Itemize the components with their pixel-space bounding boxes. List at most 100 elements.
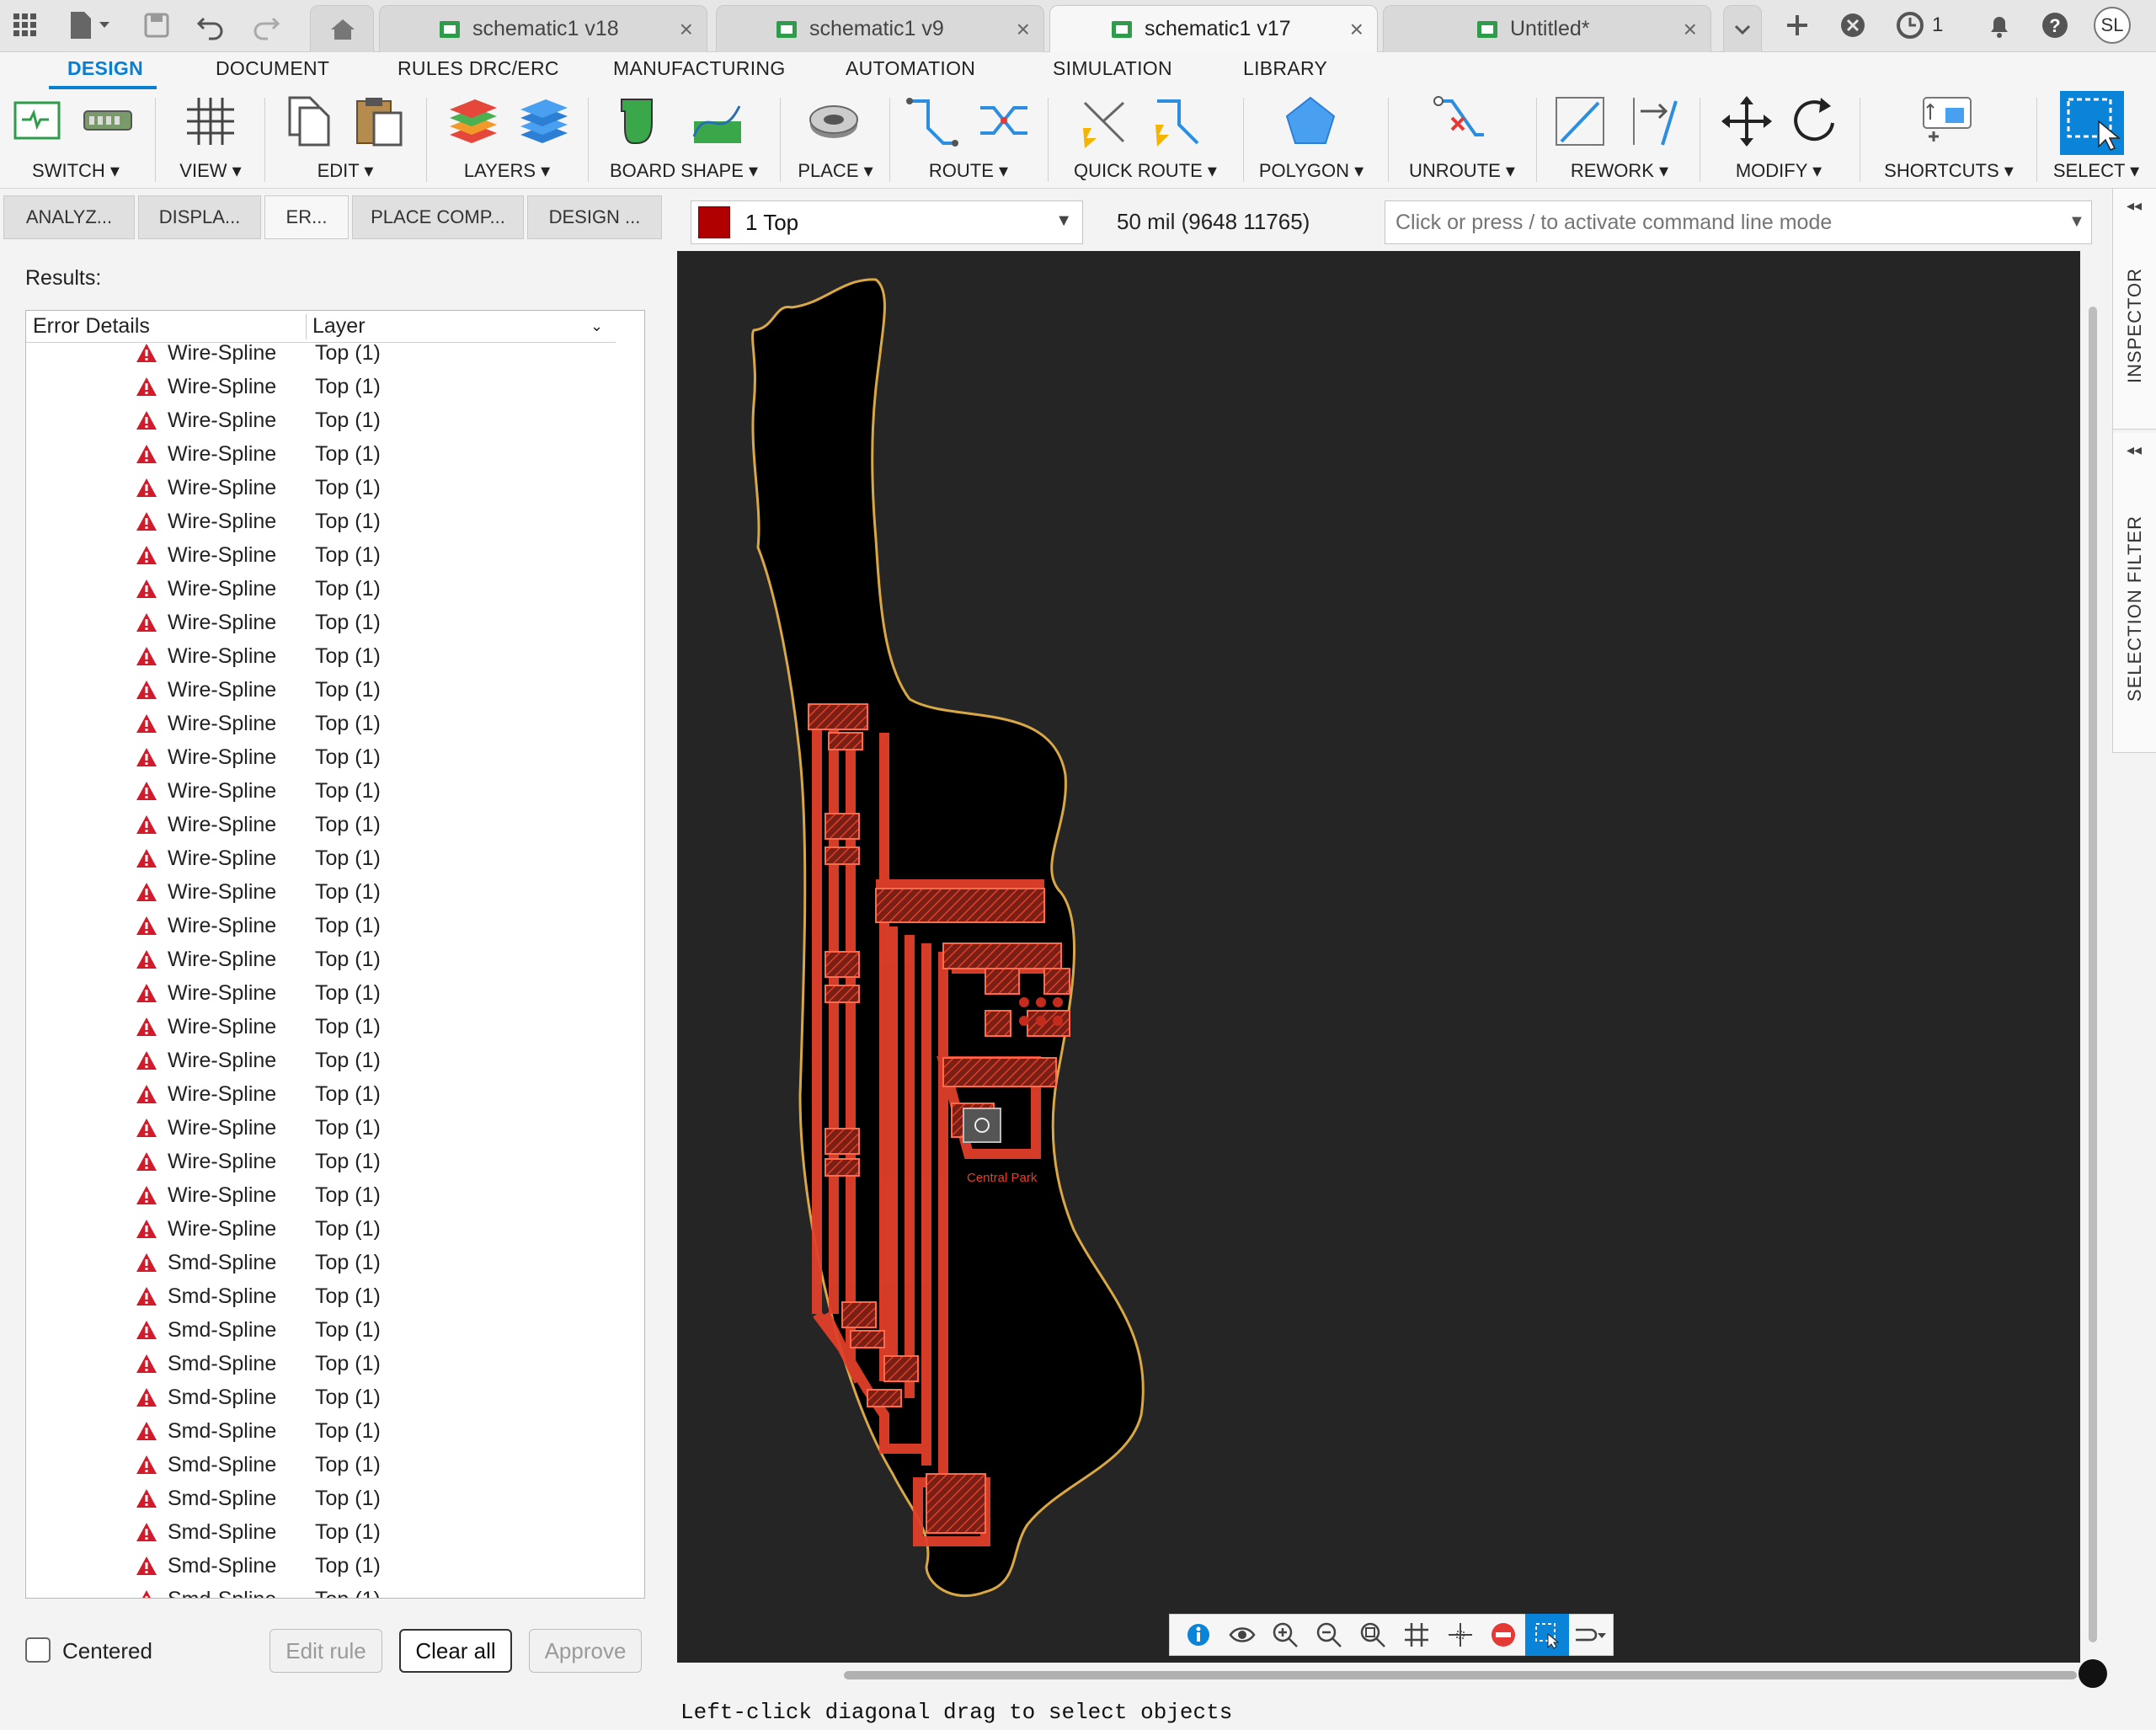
stop-icon[interactable] [1482,1614,1526,1656]
tab-schematic1-v18[interactable]: schematic1 v18 × [379,5,707,52]
view-group[interactable]: VIEW ▾ [160,89,261,189]
redo-icon[interactable] [249,8,283,42]
canvas-horizontal-scrollbar[interactable] [844,1671,2077,1679]
table-row[interactable]: Smd-Spline Top (1) [26,1380,616,1414]
table-row[interactable]: Wire-Spline Top (1) [26,505,616,538]
tab-errors[interactable]: ER... [264,195,349,239]
close-icon[interactable]: × [1350,16,1364,43]
table-row[interactable]: Wire-Spline Top (1) [26,572,616,606]
shortcuts-group[interactable]: SHORTCUTS ▾ [1865,89,2033,189]
table-row[interactable]: Smd-Spline Top (1) [26,1515,616,1549]
command-history-dropdown-icon[interactable]: ▼ [2068,212,2085,232]
tab-document[interactable]: DOCUMENT [216,57,329,80]
tab-display[interactable]: DISPLA... [138,195,261,239]
tab-manufacturing[interactable]: MANUFACTURING [613,57,786,80]
tabs-overflow-button[interactable] [1723,5,1762,52]
table-row[interactable]: Smd-Spline Top (1) [26,1448,616,1482]
table-row[interactable]: Smd-Spline Top (1) [26,1549,616,1583]
select-group[interactable]: SELECT ▾ [2041,89,2151,189]
switch-group[interactable]: SWITCH ▾ [0,89,152,189]
table-row[interactable]: Wire-Spline Top (1) [26,673,616,707]
inspector-panel-tab[interactable]: ◂◂ INSPECTOR [2113,189,2156,430]
tab-design[interactable]: DESIGN [67,57,143,80]
table-row[interactable]: Smd-Spline Top (1) [26,1313,616,1347]
column-header-error-details[interactable]: Error Details [33,314,150,339]
table-row[interactable]: Wire-Spline Top (1) [26,1145,616,1178]
help-icon[interactable]: ? [2038,8,2072,42]
table-row[interactable]: Wire-Spline Top (1) [26,1212,616,1246]
place-group[interactable]: PLACE ▾ [785,89,886,189]
quick-route-group[interactable]: QUICK ROUTE ▾ [1053,89,1238,189]
info-icon[interactable] [1177,1614,1220,1656]
tab-analyze[interactable]: ANALYZ... [3,195,135,239]
edit-rule-button[interactable]: Edit rule [270,1629,382,1673]
grid-toggle-icon[interactable] [1395,1614,1438,1656]
tab-automation[interactable]: AUTOMATION [846,57,975,80]
table-row[interactable]: Wire-Spline Top (1) [26,1111,616,1145]
selection-mode-dropdown-icon[interactable] [1569,1614,1613,1656]
tab-library[interactable]: LIBRARY [1243,57,1327,80]
collapse-arrow-icon[interactable]: ◂◂ [2127,197,2142,215]
crosshair-icon[interactable] [1438,1614,1482,1656]
board-canvas[interactable]: Central Park [677,251,2080,1663]
table-row[interactable]: Smd-Spline Top (1) [26,1246,616,1279]
window-select-icon[interactable] [1525,1614,1570,1656]
extensions-icon[interactable] [1836,8,1870,42]
sort-chevron-icon[interactable]: ⌄ [590,318,603,335]
route-group[interactable]: ROUTE ▾ [894,89,1043,189]
table-row[interactable]: Wire-Spline Top (1) [26,942,616,976]
column-header-layer[interactable]: Layer [312,314,366,339]
user-avatar[interactable]: SL [2094,7,2131,44]
tab-untitled[interactable]: Untitled* × [1383,5,1711,52]
zoom-in-icon[interactable] [1264,1614,1308,1656]
status-indicator-icon[interactable] [2079,1659,2107,1688]
column-divider[interactable] [306,314,307,339]
zoom-fit-icon[interactable] [1351,1614,1395,1656]
table-row[interactable]: Wire-Spline Top (1) [26,370,616,403]
centered-checkbox[interactable] [25,1637,51,1663]
table-row[interactable]: Wire-Spline Top (1) [26,471,616,505]
table-row[interactable]: Smd-Spline Top (1) [26,1347,616,1380]
save-icon[interactable] [140,8,173,42]
app-grid-icon[interactable] [8,8,42,42]
collapse-arrow-icon[interactable]: ◂◂ [2127,441,2142,459]
table-row[interactable]: Wire-Spline Top (1) [26,1178,616,1212]
home-tab[interactable] [310,5,374,52]
zoom-out-icon[interactable] [1307,1614,1351,1656]
table-row[interactable]: Wire-Spline Top (1) [26,1077,616,1111]
tab-simulation[interactable]: SIMULATION [1053,57,1172,80]
table-row[interactable]: Wire-Spline Top (1) [26,1010,616,1044]
table-row[interactable]: Smd-Spline Top (1) [26,1482,616,1515]
table-row[interactable]: Wire-Spline Top (1) [26,606,616,639]
tab-schematic1-v17[interactable]: schematic1 v17 × [1049,5,1378,52]
table-row[interactable]: Wire-Spline Top (1) [26,1044,616,1077]
close-icon[interactable]: × [680,16,693,43]
table-row[interactable]: Wire-Spline Top (1) [26,538,616,572]
table-row[interactable]: Wire-Spline Top (1) [26,976,616,1010]
layer-dropdown[interactable]: 1 Top ▼ [691,200,1083,244]
close-icon[interactable]: × [1684,16,1697,43]
close-icon[interactable]: × [1017,16,1030,43]
table-row[interactable]: Wire-Spline Top (1) [26,875,616,909]
tab-design-manager[interactable]: DESIGN ... [527,195,662,239]
table-row[interactable]: Wire-Spline Top (1) [26,403,616,437]
rework-group[interactable]: REWORK ▾ [1541,89,1698,189]
table-row[interactable]: Wire-Spline Top (1) [26,740,616,774]
unroute-group[interactable]: UNROUTE ▾ [1393,89,1531,189]
table-row[interactable]: Smd-Spline Top (1) [26,1414,616,1448]
table-row[interactable]: Wire-Spline Top (1) [26,808,616,841]
modify-group[interactable]: MODIFY ▾ [1705,89,1853,189]
file-menu-icon[interactable] [66,8,109,42]
approve-button[interactable]: Approve [529,1629,642,1673]
edit-group[interactable]: EDIT ▾ [270,89,421,189]
tab-rules-drc-erc[interactable]: RULES DRC/ERC [398,57,559,80]
table-row[interactable]: Smd-Spline Top (1) [26,1279,616,1313]
board-shape-group[interactable]: BOARD SHAPE ▾ [593,89,775,189]
tab-place-components[interactable]: PLACE COMP... [352,195,524,239]
undo-icon[interactable] [194,8,227,42]
eye-icon[interactable] [1220,1614,1264,1656]
table-row[interactable]: Smd-Spline Top (1) [26,1583,616,1598]
layers-group[interactable]: LAYERS ▾ [431,89,583,189]
table-row[interactable]: Wire-Spline Top (1) [26,437,616,471]
canvas-vertical-scrollbar[interactable] [2089,307,2097,1642]
